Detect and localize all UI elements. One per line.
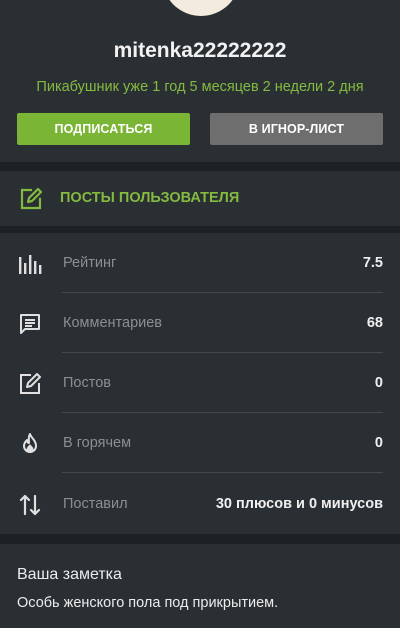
user-posts-link[interactable]: ПОСТЫ ПОЛЬЗОВАТЕЛЯ (0, 171, 400, 226)
subscribe-button[interactable]: ПОДПИСАТЬСЯ (17, 113, 190, 145)
stat-label: Постов (63, 375, 111, 391)
stat-value: 68 (366, 315, 383, 331)
edit-icon (18, 372, 42, 396)
stat-row-comments: Комментариев 68 (0, 293, 400, 353)
stat-row-rating: Рейтинг 7.5 (0, 233, 400, 293)
rating-bars-icon (18, 252, 42, 276)
stat-label: Комментариев (63, 315, 162, 331)
stat-row-votes: Поставил 30 плюсов и 0 минусов (0, 474, 400, 534)
swap-arrows-icon (18, 493, 42, 517)
avatar[interactable] (162, 0, 240, 16)
edit-icon (19, 187, 43, 211)
profile-tenure: Пикабушник уже 1 год 5 месяцев 2 недели … (36, 79, 364, 95)
flame-icon (18, 432, 42, 456)
row-divider (62, 472, 383, 473)
ignore-list-button[interactable]: В ИГНОР-ЛИСТ (210, 113, 383, 145)
stat-label: Рейтинг (63, 255, 117, 271)
stat-value: 0 (374, 375, 383, 391)
stat-row-posts: Постов 0 (0, 353, 400, 413)
section-separator (0, 162, 400, 171)
stat-value: 0 (374, 435, 383, 451)
stat-label: Поставил (63, 496, 128, 512)
stat-row-hot: В горячем 0 (0, 413, 400, 473)
comment-icon (18, 312, 42, 336)
stat-label: В горячем (63, 435, 132, 451)
section-separator (0, 534, 400, 544)
note-title: Ваша заметка (17, 566, 122, 583)
stat-value: 30 плюсов и 0 минусов (215, 496, 383, 512)
note-text[interactable]: Особь женского пола под прикрытием. (17, 595, 278, 611)
stat-value: 7.5 (362, 255, 383, 271)
profile-username: mitenka22222222 (113, 39, 287, 62)
user-posts-label: ПОСТЫ ПОЛЬЗОВАТЕЛЯ (60, 190, 240, 206)
section-separator (0, 226, 400, 233)
